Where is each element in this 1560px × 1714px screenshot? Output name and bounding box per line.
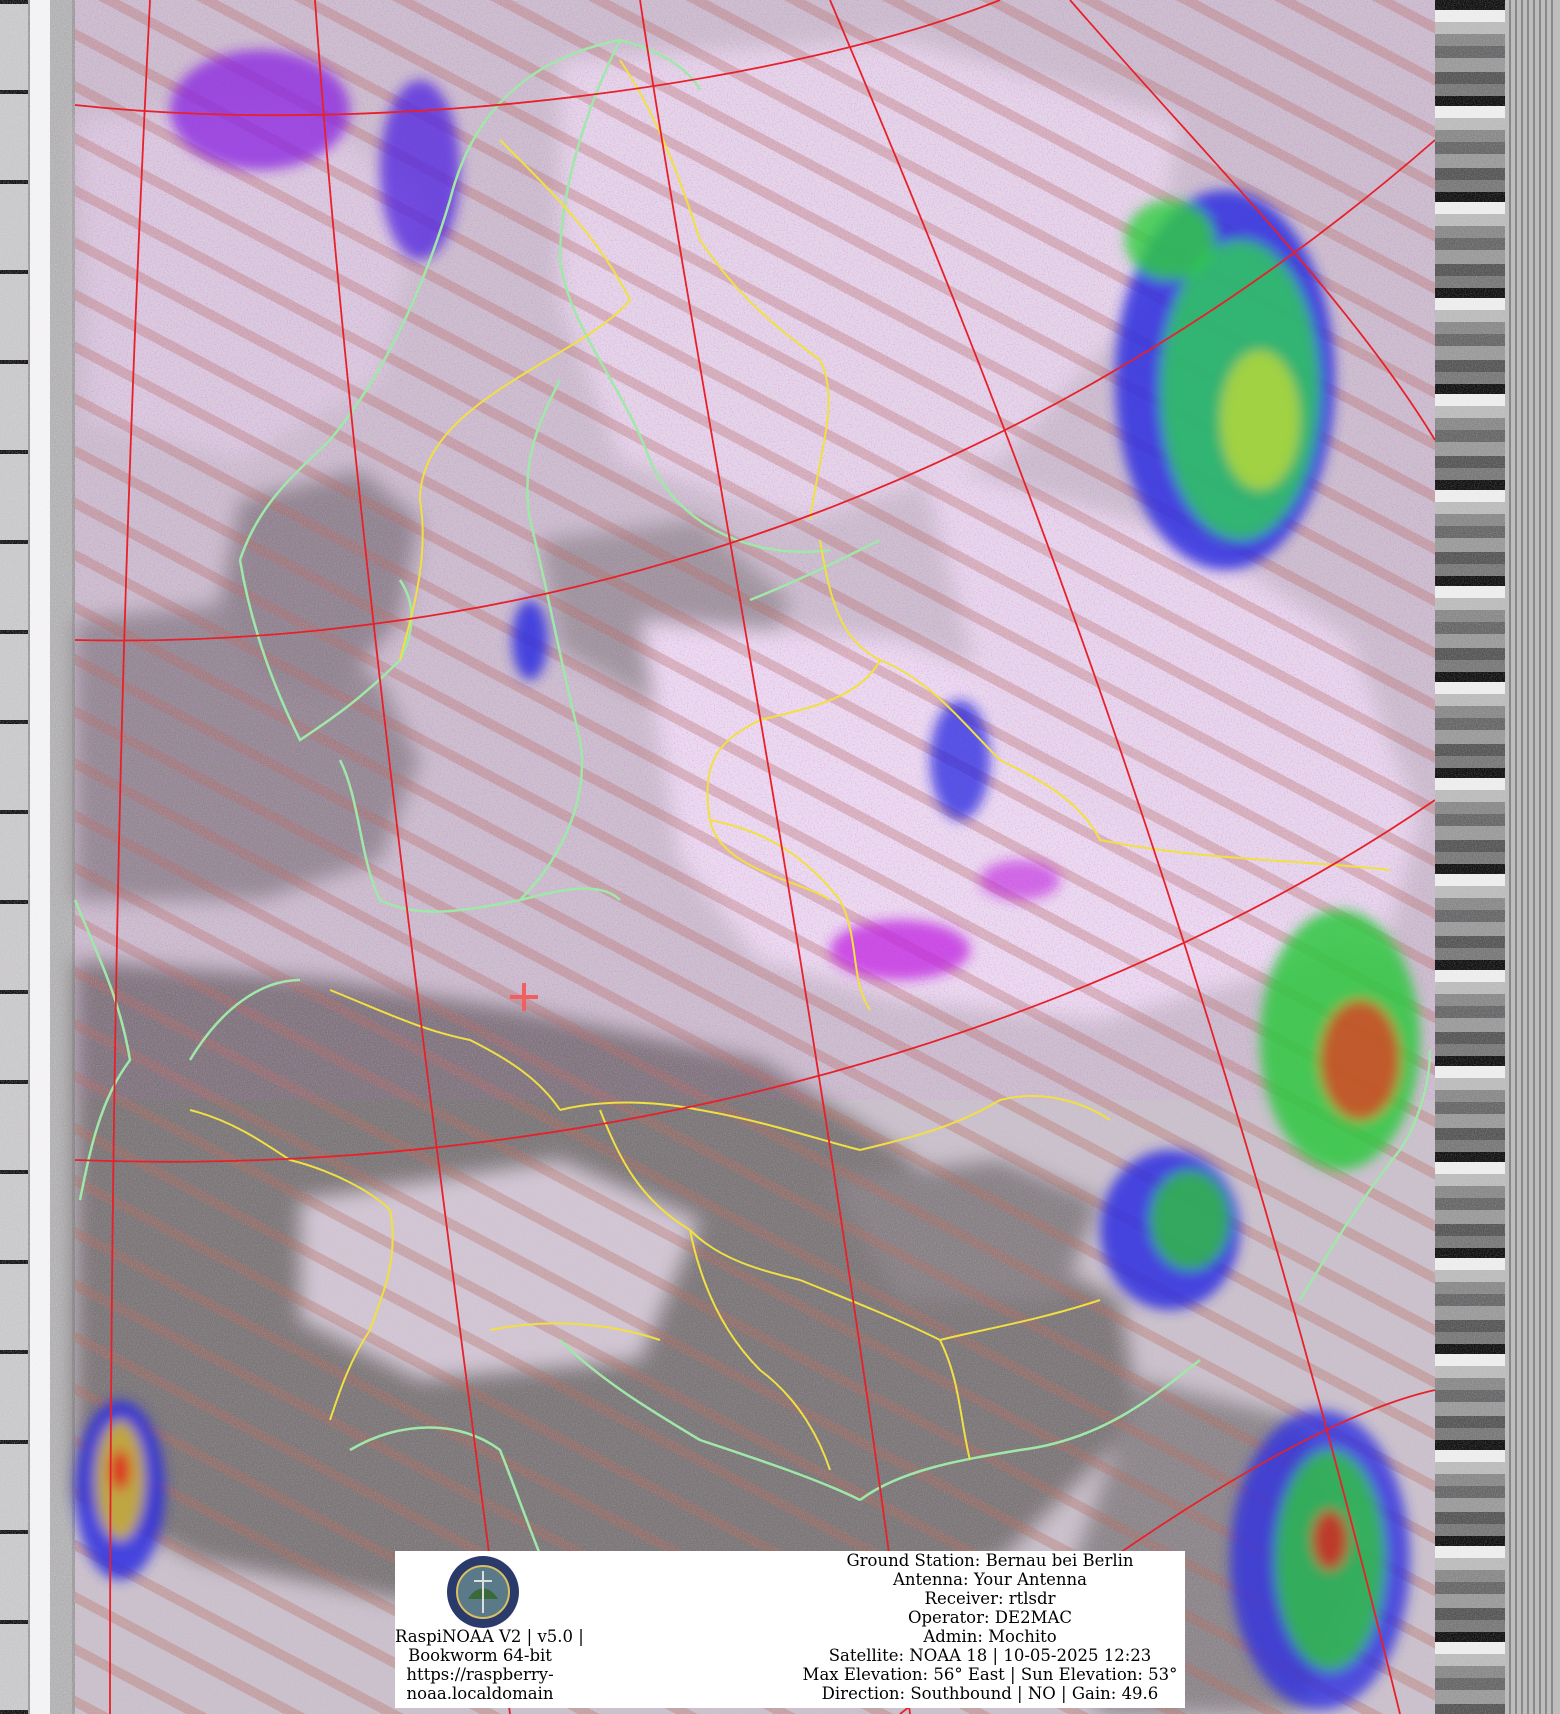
software-os: Bookworm 64-bit — [408, 1646, 552, 1665]
antenna: Antenna: Your Antenna — [892, 1570, 1087, 1589]
ground-station: Ground Station: Bernau bei Berlin — [846, 1551, 1134, 1570]
direction-gain: Direction: Southbound | NO | Gain: 49.6 — [821, 1684, 1159, 1703]
software-info: RaspiNOAA V2 | v5.0 | Bookworm 64-bit ht… — [395, 1627, 584, 1703]
satellite-image — [0, 0, 1560, 1714]
station-info: Ground Station: Bernau bei Berlin Antenn… — [795, 1551, 1185, 1703]
software-url-line2: noaa.localdomain — [406, 1684, 554, 1703]
software-version: RaspiNOAA V2 | v5.0 | — [395, 1627, 584, 1646]
satellite-pass: Satellite: NOAA 18 | 10-05-2025 12:23 — [828, 1646, 1152, 1665]
elevation: Max Elevation: 56° East | Sun Elevation:… — [802, 1665, 1178, 1684]
right-telemetry-strip — [1435, 0, 1560, 1714]
weather-satellite-logo-icon — [447, 1556, 519, 1628]
pass-info-panel: RaspiNOAA V2 | v5.0 | Bookworm 64-bit ht… — [395, 1551, 1185, 1708]
receiver: Receiver: rtlsdr — [924, 1589, 1056, 1608]
operator: Operator: DE2MAC — [907, 1608, 1073, 1627]
admin: Admin: Mochito — [923, 1627, 1057, 1646]
software-url-line1: https://raspberry- — [406, 1665, 554, 1684]
